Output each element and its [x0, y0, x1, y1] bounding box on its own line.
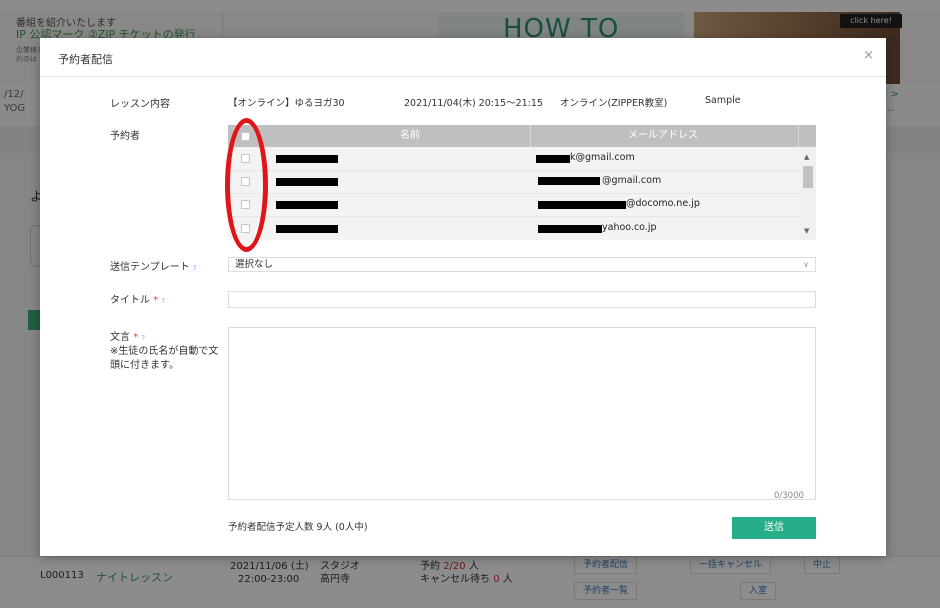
redacted-email-prefix	[536, 155, 570, 163]
body-textarea[interactable]	[228, 327, 816, 500]
table-row[interactable]: k@gmail.com	[228, 147, 800, 171]
row-checkbox[interactable]	[241, 177, 250, 186]
column-header-email: メールアドレス	[628, 130, 698, 141]
redacted-email-prefix	[538, 177, 600, 185]
redacted-email-prefix	[538, 225, 602, 233]
recipient-email: @gmail.com	[602, 175, 662, 186]
recipients-table: 名前 メールアドレス k@gmail.com @gmail.com @docom…	[228, 125, 816, 240]
redacted-name	[276, 201, 338, 209]
close-icon[interactable]: ×	[863, 48, 874, 63]
table-row[interactable]: @gmail.com	[228, 170, 800, 194]
scrollbar-thumb[interactable]	[803, 166, 813, 188]
header-separator	[798, 125, 799, 147]
recipient-email: yahoo.co.jp	[602, 222, 657, 233]
recipients-label: 予約者	[110, 131, 140, 142]
lesson-content-label: レッスン内容	[110, 99, 170, 110]
column-header-name: 名前	[400, 130, 420, 141]
body-note: ※生徒の氏名が自動で文	[110, 346, 219, 357]
required-mark: *	[153, 295, 159, 306]
modal-title: 予約者配信	[58, 53, 113, 66]
lesson-venue: オンライン(ZIPPER教室)	[560, 98, 668, 109]
select-all-checkbox[interactable]	[241, 132, 250, 141]
help-icon: ?	[192, 264, 197, 272]
table-scrollbar[interactable]: ▲ ▼	[800, 147, 816, 240]
scroll-up-icon[interactable]: ▲	[804, 153, 809, 161]
redacted-name	[276, 178, 338, 186]
table-row[interactable]: yahoo.co.jp	[228, 216, 800, 240]
lesson-name: 【オンライン】ゆるヨガ30	[228, 98, 345, 109]
recipient-count-summary: 予約者配信予定人数 9人 (0人中)	[228, 522, 368, 533]
recipient-email: k@gmail.com	[570, 152, 635, 163]
table-header: 名前 メールアドレス	[228, 125, 816, 147]
redacted-name	[276, 155, 338, 163]
help-icon: ?	[141, 334, 146, 342]
row-checkbox[interactable]	[241, 154, 250, 163]
lesson-datetime: 2021/11/04(木) 20:15～21:15	[404, 98, 543, 109]
title-input[interactable]	[228, 291, 816, 308]
character-counter: 0/3000	[774, 491, 804, 501]
redacted-email-prefix	[538, 201, 626, 209]
send-button[interactable]: 送信	[732, 517, 816, 539]
template-select[interactable]: 選択なし ∨	[228, 257, 816, 272]
body-label: 文言 * ? ※生徒の氏名が自動で文 頭に付きます。	[110, 332, 219, 371]
redacted-name	[276, 225, 338, 233]
body-note: 頭に付きます。	[110, 360, 179, 371]
row-checkbox[interactable]	[241, 200, 250, 209]
required-mark: *	[133, 332, 139, 343]
header-separator	[530, 125, 531, 147]
table-row[interactable]: @docomo.ne.jp	[228, 193, 800, 217]
template-selected-value: 選択なし	[235, 259, 274, 270]
help-icon: ?	[161, 297, 166, 305]
recipient-email: @docomo.ne.jp	[626, 198, 700, 209]
row-checkbox[interactable]	[241, 224, 250, 233]
scroll-down-icon[interactable]: ▼	[804, 227, 809, 235]
template-label: 送信テンプレート ?	[110, 262, 197, 273]
modal-header-divider	[40, 76, 886, 77]
lesson-instructor: Sample	[705, 95, 741, 106]
title-label: タイトル * ?	[110, 295, 166, 306]
reservation-mail-modal: 予約者配信 × レッスン内容 【オンライン】ゆるヨガ30 2021/11/04(…	[40, 38, 886, 556]
chevron-down-icon: ∨	[803, 260, 809, 269]
